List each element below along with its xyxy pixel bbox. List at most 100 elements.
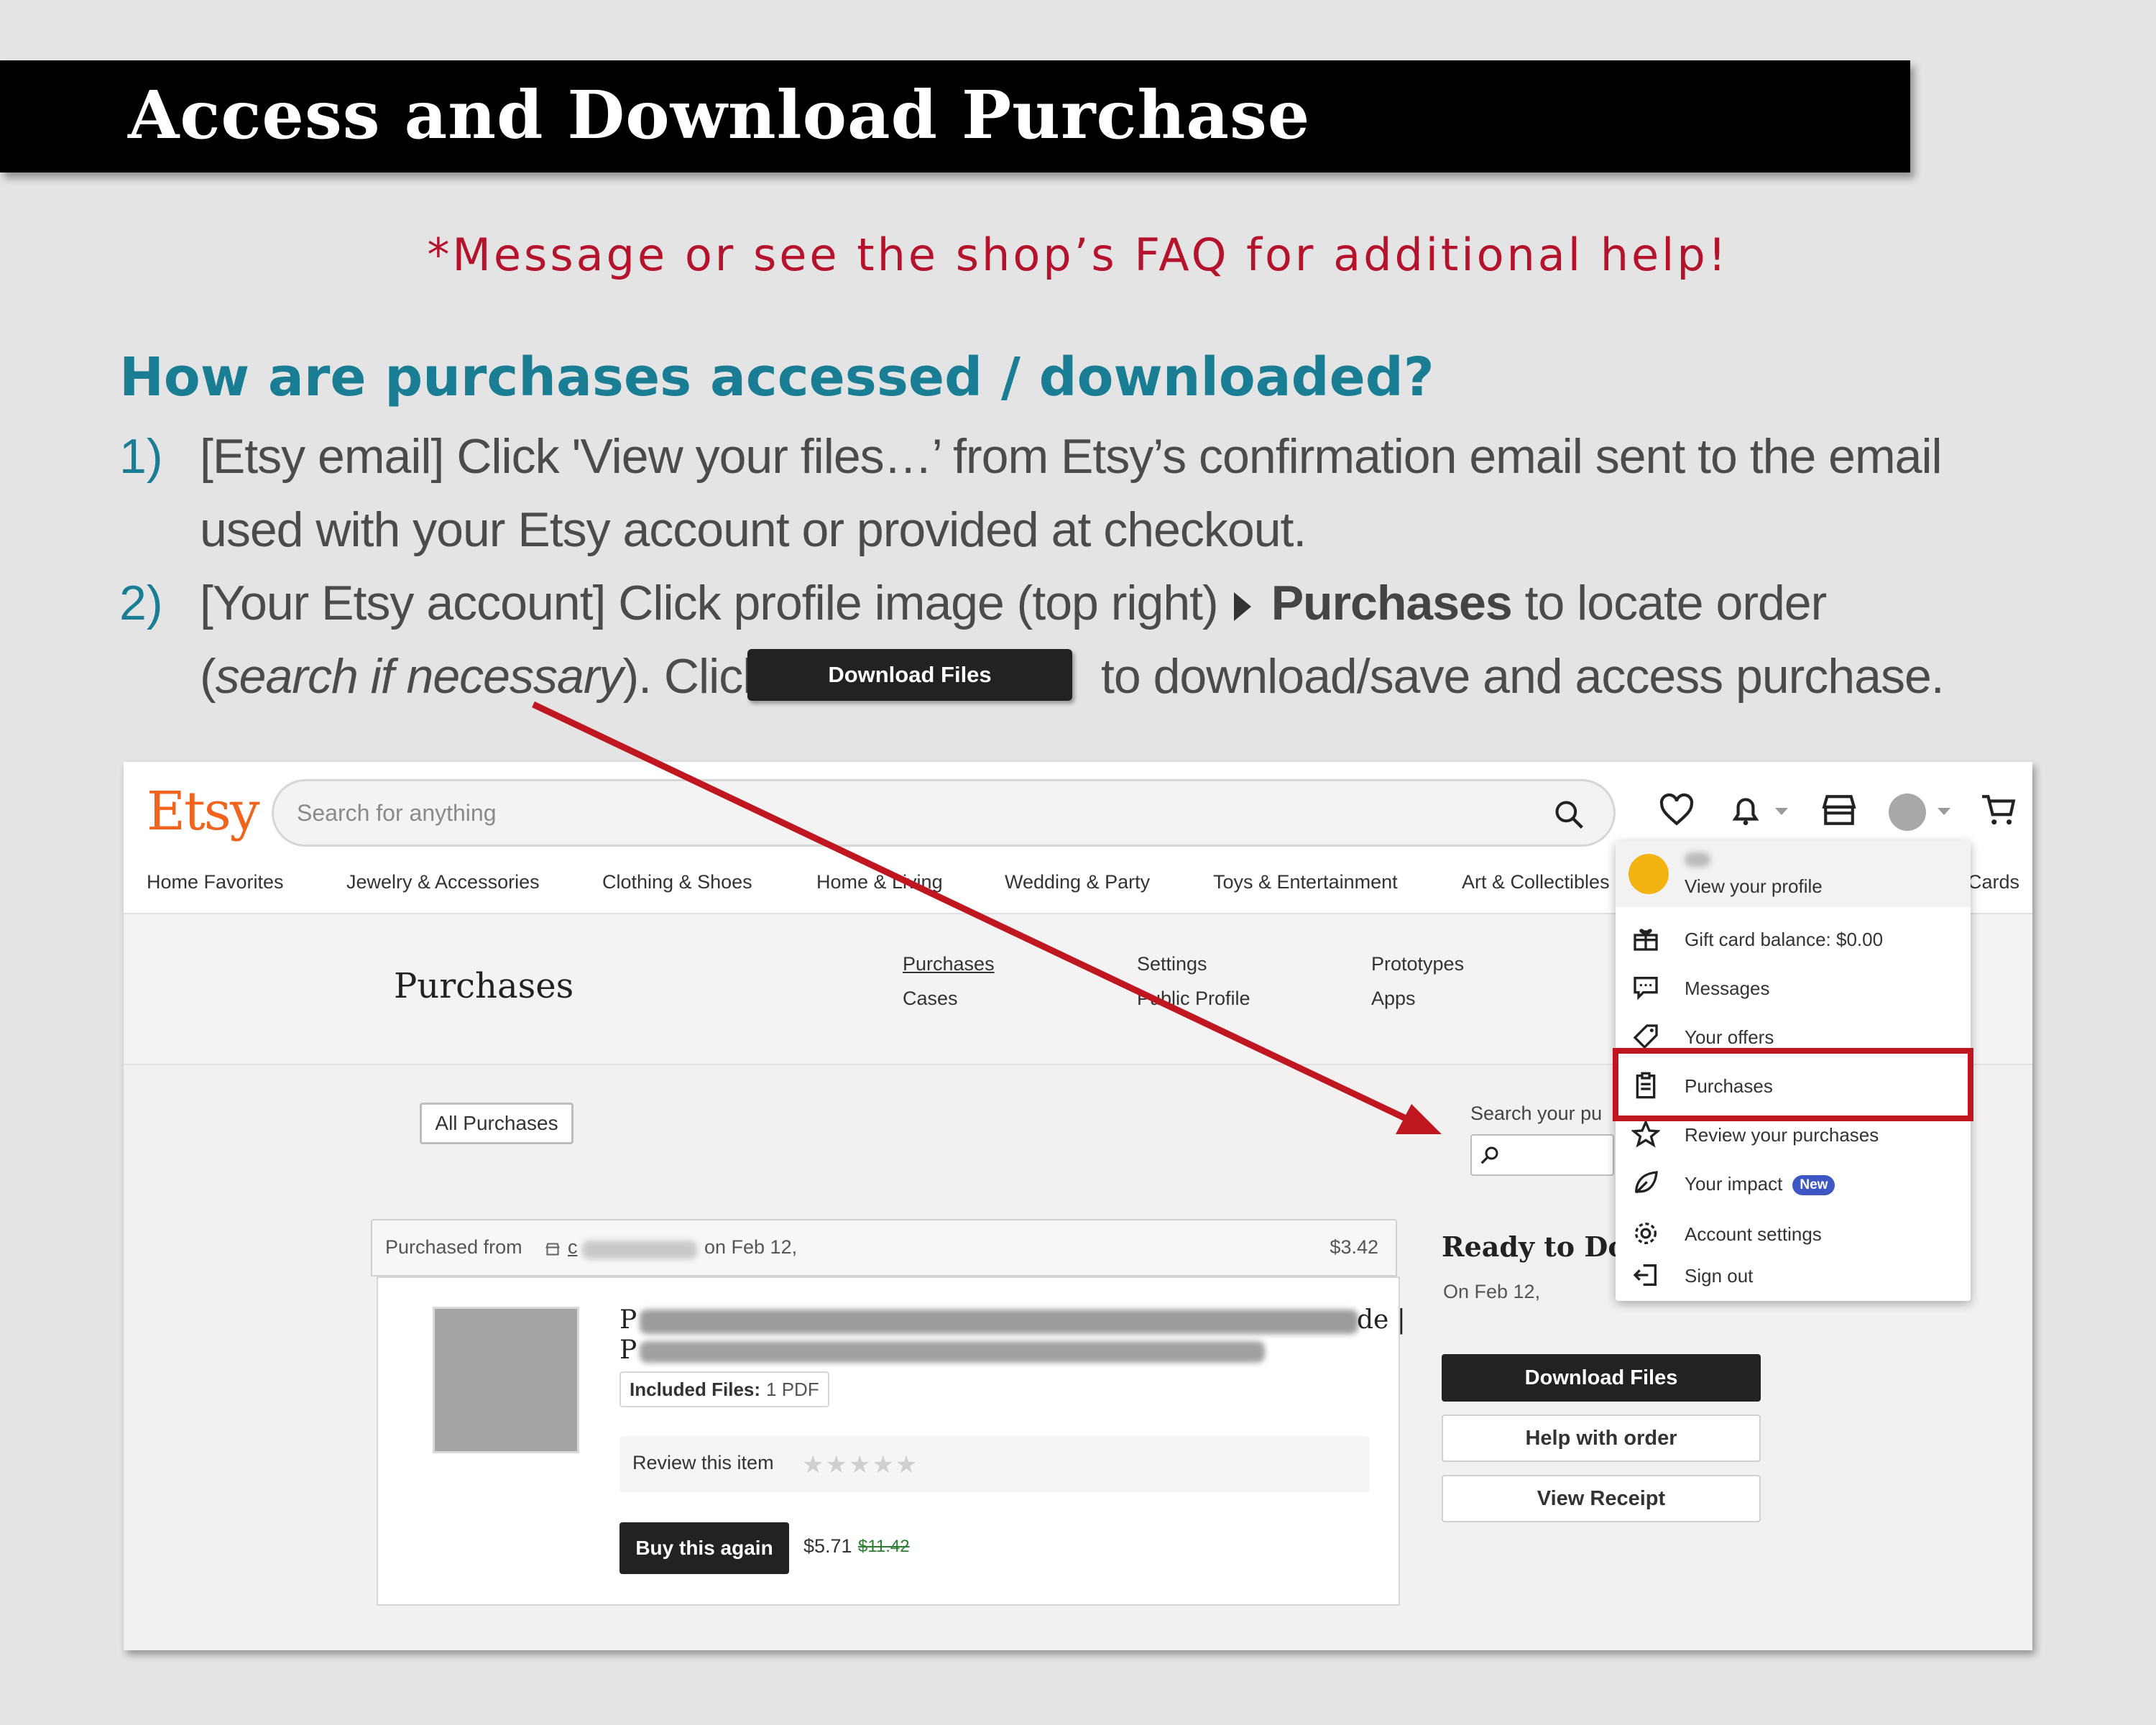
review-item-row[interactable]: Review this item ★★★★★ xyxy=(619,1436,1370,1492)
step-1-number: 1) xyxy=(119,429,163,484)
nav-home-living[interactable]: Home & Living xyxy=(816,871,943,893)
view-profile-label: View your profile xyxy=(1685,875,1823,897)
redacted-product-title-2 xyxy=(640,1341,1265,1363)
included-files-label: Included Files: xyxy=(630,1378,761,1400)
order-price: $3.42 xyxy=(1330,1236,1378,1258)
gift-icon xyxy=(1634,929,1658,951)
nav-home-favorites[interactable]: Home Favorites xyxy=(147,871,284,893)
order-date: on Feb 12, xyxy=(704,1236,798,1258)
search-purchases-input[interactable] xyxy=(1470,1134,1614,1176)
chevron-down-icon[interactable] xyxy=(1775,808,1788,815)
purchases-highlight-box xyxy=(1613,1048,1973,1121)
product-title-end-1[interactable]: de | xyxy=(1357,1305,1406,1335)
nav-clothing[interactable]: Clothing & Shoes xyxy=(602,871,752,893)
bell-icon[interactable] xyxy=(1728,792,1764,828)
leaf-icon xyxy=(1635,1171,1658,1194)
shop-name-link[interactable]: c xyxy=(568,1236,578,1259)
profile-avatar[interactable] xyxy=(1889,794,1926,831)
inline-download-files-button[interactable]: Download Files xyxy=(747,649,1072,701)
subnav-public-profile[interactable]: Public Profile xyxy=(1137,988,1250,1010)
subnav-prototypes[interactable]: Prototypes xyxy=(1371,953,1464,975)
etsy-logo[interactable]: Etsy xyxy=(147,781,260,842)
menu-gift-card[interactable]: Gift card balance: $0.00 xyxy=(1616,916,1971,963)
included-files-value: 1 PDF xyxy=(766,1378,819,1400)
review-purchases-label: Review your purchases xyxy=(1685,1124,1879,1146)
sign-out-icon xyxy=(1633,1264,1657,1286)
step-2-text-b: to locate order xyxy=(1511,576,1828,630)
review-item-label: Review this item xyxy=(632,1452,774,1473)
step-2-tail: to download/save and access purchase. xyxy=(1101,649,1945,704)
search-bar[interactable]: Search for anything xyxy=(272,779,1616,847)
download-files-button[interactable]: Download Files xyxy=(1442,1354,1761,1402)
rating-stars[interactable]: ★★★★★ xyxy=(802,1450,918,1479)
menu-messages[interactable]: Messages xyxy=(1616,965,1971,1012)
help-note: *Message or see the shop’s FAQ for addit… xyxy=(427,229,1729,281)
subnav-cases[interactable]: Cases xyxy=(903,988,958,1010)
all-purchases-filter[interactable]: All Purchases xyxy=(420,1103,573,1144)
buy-again-button[interactable]: Buy this again xyxy=(619,1522,789,1574)
product-title-start-2[interactable]: P xyxy=(619,1335,637,1365)
title-banner: Access and Download Purchase xyxy=(0,60,1910,172)
messages-label: Messages xyxy=(1685,978,1770,999)
step-2-line-1: [Your Etsy account] Click profile image … xyxy=(200,575,1828,631)
step-2-click-text: ). Click xyxy=(622,649,767,704)
tag-icon xyxy=(1633,1024,1658,1049)
step-2-text-a: [Your Etsy account] Click profile image … xyxy=(200,576,1219,630)
menu-view-profile[interactable]: View your profile xyxy=(1616,841,1971,907)
subnav-purchases[interactable]: Purchases xyxy=(903,953,995,975)
current-price: $5.71 xyxy=(803,1535,852,1557)
heart-icon[interactable] xyxy=(1659,792,1695,828)
purchases-heading: Purchases xyxy=(394,966,574,1006)
nav-cards[interactable]: Cards xyxy=(1968,871,2019,893)
nav-art[interactable]: Art & Collectibles xyxy=(1462,871,1610,893)
redacted-shop-name xyxy=(582,1241,697,1259)
nav-wedding[interactable]: Wedding & Party xyxy=(1005,871,1150,893)
search-icon[interactable] xyxy=(1553,799,1585,830)
search-icon xyxy=(1480,1146,1498,1164)
message-icon xyxy=(1634,977,1658,1000)
ready-date: On Feb 12, xyxy=(1443,1281,1541,1302)
purchased-from-label: Purchased from xyxy=(385,1236,522,1258)
step-2-line-2: (search if necessary). Click xyxy=(200,648,767,704)
step-2-number: 2) xyxy=(119,576,163,630)
step-2-paren-open: ( xyxy=(200,649,216,704)
help-with-order-button[interactable]: Help with order xyxy=(1442,1414,1761,1462)
subnav-settings[interactable]: Settings xyxy=(1137,953,1207,975)
chevron-down-icon[interactable] xyxy=(1938,808,1950,815)
original-price: $11.42 xyxy=(858,1537,910,1556)
search-purchases-label: Search your pu xyxy=(1470,1103,1603,1124)
impact-label: Your impact New xyxy=(1685,1173,1835,1196)
etsy-screenshot: Etsy Search for anything Home Favorites … xyxy=(124,762,2032,1650)
menu-sign-out[interactable]: Sign out xyxy=(1616,1252,1971,1300)
page-title: Access and Download Purchase xyxy=(128,76,1311,154)
cart-icon[interactable] xyxy=(1981,792,2017,828)
view-receipt-button[interactable]: View Receipt xyxy=(1442,1475,1761,1522)
shop-icon[interactable] xyxy=(1821,792,1857,828)
product-thumbnail[interactable] xyxy=(433,1307,579,1453)
new-badge: New xyxy=(1792,1175,1835,1196)
order-header: Purchased from c on Feb 12, $3.42 xyxy=(371,1219,1397,1276)
order-card: P de | P Included Files: 1 PDF Review thi… xyxy=(377,1276,1406,1606)
purchases-emphasis: Purchases xyxy=(1271,576,1513,630)
subnav-apps[interactable]: Apps xyxy=(1371,988,1416,1010)
triangle-right-icon xyxy=(1233,592,1251,622)
redacted-product-title xyxy=(640,1310,1358,1334)
account-settings-label: Account settings xyxy=(1685,1223,1822,1245)
gift-card-label: Gift card balance: $0.00 xyxy=(1685,929,1884,950)
included-files-pill: Included Files: 1 PDF xyxy=(619,1371,829,1407)
nav-jewelry[interactable]: Jewelry & Accessories xyxy=(346,871,540,893)
search-input[interactable]: Search for anything xyxy=(297,800,497,827)
shop-icon xyxy=(545,1243,560,1256)
nav-toys[interactable]: Toys & Entertainment xyxy=(1213,871,1398,893)
offers-label: Your offers xyxy=(1685,1026,1774,1048)
menu-your-impact[interactable]: Your impact New xyxy=(1616,1160,1971,1208)
profile-emoji-icon xyxy=(1628,854,1669,894)
menu-account-settings[interactable]: Account settings xyxy=(1616,1210,1971,1258)
gear-icon xyxy=(1635,1223,1657,1244)
sign-out-label: Sign out xyxy=(1685,1265,1754,1287)
step-1-line-1: [Etsy email] Click 'View your files…’ fr… xyxy=(200,429,1943,484)
product-title-start-1[interactable]: P xyxy=(619,1305,637,1335)
impact-text: Your impact xyxy=(1685,1173,1783,1195)
redacted-username xyxy=(1685,852,1710,867)
step-1-line-2: used with your Etsy account or provided … xyxy=(200,502,1307,557)
